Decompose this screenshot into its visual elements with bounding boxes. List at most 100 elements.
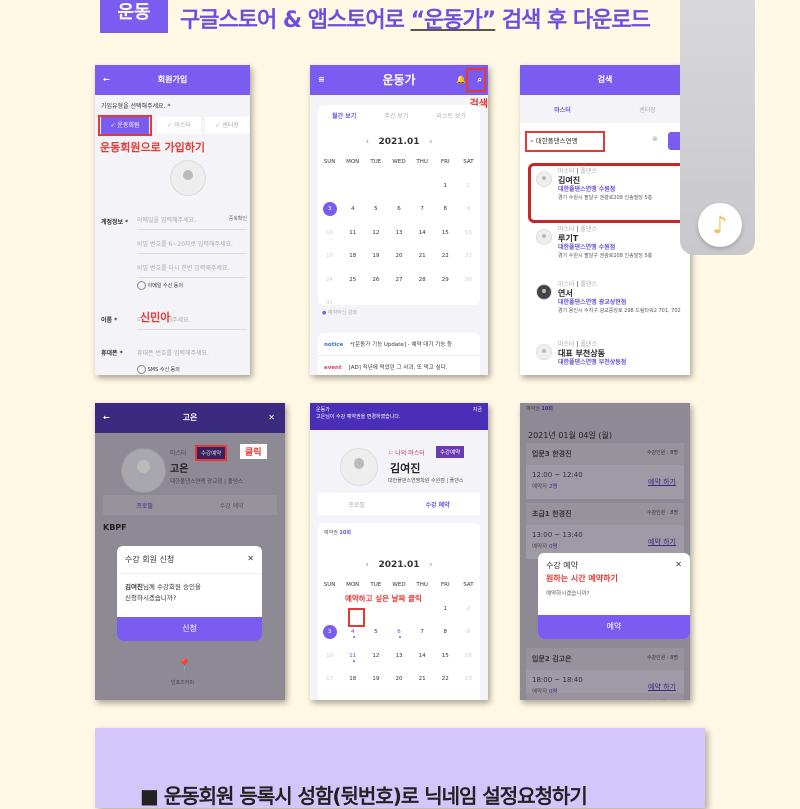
book-link[interactable]: 예약 하기 xyxy=(648,537,676,547)
calendar-day[interactable]: 15 xyxy=(434,222,457,246)
notice-item[interactable]: notice *[운동가 기능 Update] - 예약 대기 기능 등 xyxy=(318,333,480,356)
calendar-day[interactable]: 22 xyxy=(434,245,457,269)
calendar-day[interactable]: 6 xyxy=(387,621,410,645)
profile-photo-button[interactable] xyxy=(170,160,206,196)
calendar-day[interactable]: 17 xyxy=(318,245,341,269)
book-button[interactable]: 예약 xyxy=(538,615,690,639)
search-result-item[interactable]: 마스터 | 폴댄스 연서 대한폴댄스연맹 광교상현점 경기 용인시 수지구 광교중앙로… xyxy=(528,280,690,316)
bell-icon[interactable]: 🔔 xyxy=(456,65,466,95)
calendar-day[interactable]: 1 xyxy=(434,175,457,199)
password-confirm-input[interactable]: 비밀 번호를 다시 한번 입력해주세요. xyxy=(137,263,247,278)
calendar-day[interactable]: 30 xyxy=(457,269,480,293)
today-marker[interactable]: 3 xyxy=(322,625,337,639)
calendar-day[interactable]: 13 xyxy=(387,645,410,669)
phone-input[interactable]: 휴대폰 번호를 입력해주세요. xyxy=(137,348,209,357)
calendar-day[interactable]: 3 xyxy=(318,621,341,645)
calendar-day[interactable]: 14 xyxy=(411,645,434,669)
calendar-day[interactable]: 5 xyxy=(364,198,387,222)
clear-icon[interactable]: ⊗ xyxy=(652,135,658,143)
tab-profile[interactable]: 프로필 xyxy=(348,500,365,509)
email-consent-checkbox[interactable]: 이메일 수신 동의 xyxy=(137,281,183,290)
calendar-day[interactable]: 3 xyxy=(318,198,341,222)
calendar-day[interactable]: 25 xyxy=(341,269,364,293)
calendar-day[interactable]: 19 xyxy=(364,668,387,692)
close-icon[interactable]: ✕ xyxy=(247,554,254,563)
tab-booking[interactable]: 수강 예약 xyxy=(220,501,244,510)
tab-profile[interactable]: 프로필 xyxy=(136,501,153,510)
calendar-day[interactable]: 23 xyxy=(457,668,480,692)
push-notification[interactable]: 운동가 지금 고은님이 수강 예약권을 변경하였습니다. xyxy=(310,403,488,430)
calendar-day[interactable]: 10 xyxy=(318,222,341,246)
tab-booking[interactable]: 수강 예약 xyxy=(426,500,450,509)
enroll-badge-button[interactable]: 수강예약 xyxy=(195,445,228,461)
calendar-day[interactable]: 8 xyxy=(434,621,457,645)
calendar-day[interactable]: 21 xyxy=(411,668,434,692)
back-arrow-icon[interactable]: ← xyxy=(103,65,110,95)
calendar-day[interactable]: 14 xyxy=(411,222,434,246)
menu-icon[interactable]: ≡ xyxy=(318,65,325,95)
calendar-day[interactable]: 16 xyxy=(457,645,480,669)
calendar-day[interactable]: 2 xyxy=(457,175,480,199)
calendar-day[interactable]: 17 xyxy=(318,668,341,692)
calendar-day[interactable]: 9 xyxy=(457,198,480,222)
calendar-day[interactable]: 29 xyxy=(434,269,457,293)
calendar-day[interactable]: 27 xyxy=(387,269,410,293)
close-icon[interactable]: ✕ xyxy=(268,403,275,433)
calendar-day[interactable]: 24 xyxy=(318,269,341,293)
search-input[interactable]: ⌕ 대한폴댄스연맹 xyxy=(525,131,605,152)
calendar-day[interactable]: 20 xyxy=(387,245,410,269)
type-master-button[interactable]: ✓ 마스터 xyxy=(157,117,201,134)
calendar-day[interactable]: 10 xyxy=(318,645,341,669)
calendar-day[interactable]: 23 xyxy=(457,245,480,269)
calendar-day[interactable]: 8 xyxy=(434,198,457,222)
calendar-day[interactable]: 1 xyxy=(434,598,457,622)
calendar-day[interactable]: 7 xyxy=(411,198,434,222)
calendar-day[interactable]: 12 xyxy=(364,645,387,669)
tab-monthly[interactable]: 월간 보기 xyxy=(332,111,356,120)
enroll-badge[interactable]: 수강예약 xyxy=(436,446,465,458)
calendar-day[interactable]: 4 xyxy=(341,198,364,222)
calendar-day[interactable]: 21 xyxy=(411,245,434,269)
music-note-icon[interactable]: ♪ xyxy=(698,203,742,247)
calendar-day[interactable]: 24 xyxy=(318,692,341,701)
search-result-item[interactable]: 마스터 | 폴댄스 김여진 대한폴댄스연맹 수원점 경기 수원시 팔달구 권광로208… xyxy=(528,167,690,203)
tab-list[interactable]: 리스트 보기 xyxy=(436,111,466,120)
dup-check-button[interactable]: 중복확인 xyxy=(229,215,247,222)
book-link[interactable]: 예약 하기 xyxy=(648,682,676,692)
event-item[interactable]: event [AD] 직년에 먹었던 그 사과, 또 먹고 싶다. xyxy=(318,356,480,375)
calendar-day[interactable]: 15 xyxy=(434,645,457,669)
next-month-icon[interactable]: › xyxy=(429,137,433,147)
calendar-day[interactable]: 6 xyxy=(387,198,410,222)
sms-consent-checkbox[interactable]: SMS 수신 동의 xyxy=(137,365,180,374)
calendar-day[interactable]: 20 xyxy=(387,668,410,692)
today-marker[interactable]: 3 xyxy=(322,202,337,216)
calendar-day[interactable]: 11 xyxy=(341,222,364,246)
calendar-day[interactable]: 9 xyxy=(457,621,480,645)
next-month-icon[interactable]: › xyxy=(429,560,433,570)
calendar-day[interactable]: 2 xyxy=(457,598,480,622)
password-input[interactable]: 비밀 번호를 6~20자로 입력해주세요. xyxy=(137,239,247,254)
back-arrow-icon[interactable]: ← xyxy=(103,403,110,433)
calendar-day[interactable]: 16 xyxy=(457,222,480,246)
calendar-day[interactable]: 12 xyxy=(364,222,387,246)
calendar-day[interactable]: 7 xyxy=(411,621,434,645)
calendar-day[interactable]: 19 xyxy=(364,245,387,269)
email-input[interactable]: 이메일을 입력해주세요. 중복확인 xyxy=(137,215,247,230)
tab-weekly[interactable]: 주간 보기 xyxy=(384,111,408,120)
calendar-day[interactable]: 5 xyxy=(364,621,387,645)
prev-month-icon[interactable]: ‹ xyxy=(365,560,369,570)
apply-button[interactable]: 신청 xyxy=(117,617,262,641)
search-result-item[interactable]: 마스터 | 폴댄스 루기T 대한폴댄스연맹 수원점 경기 수원시 팔달구 권광로208… xyxy=(528,225,690,261)
calendar-day[interactable]: 11 xyxy=(341,645,364,669)
prev-month-icon[interactable]: ‹ xyxy=(365,137,369,147)
search-result-item[interactable]: 마스터 | 폴댄스 대표 부천상동 대한폴댄스연맹 부천상동점 xyxy=(528,340,690,367)
tab-center[interactable]: 센터장 xyxy=(639,105,656,114)
calendar-day[interactable]: 18 xyxy=(341,245,364,269)
tab-master[interactable]: 마스터 xyxy=(554,105,571,114)
book-link[interactable]: 예약 하기 xyxy=(648,477,676,487)
calendar-day[interactable]: 28 xyxy=(411,269,434,293)
calendar-day[interactable]: 18 xyxy=(341,668,364,692)
type-center-button[interactable]: ✓ 센터장 xyxy=(205,117,249,134)
calendar-day[interactable]: 26 xyxy=(364,269,387,293)
calendar-day[interactable]: 13 xyxy=(387,222,410,246)
